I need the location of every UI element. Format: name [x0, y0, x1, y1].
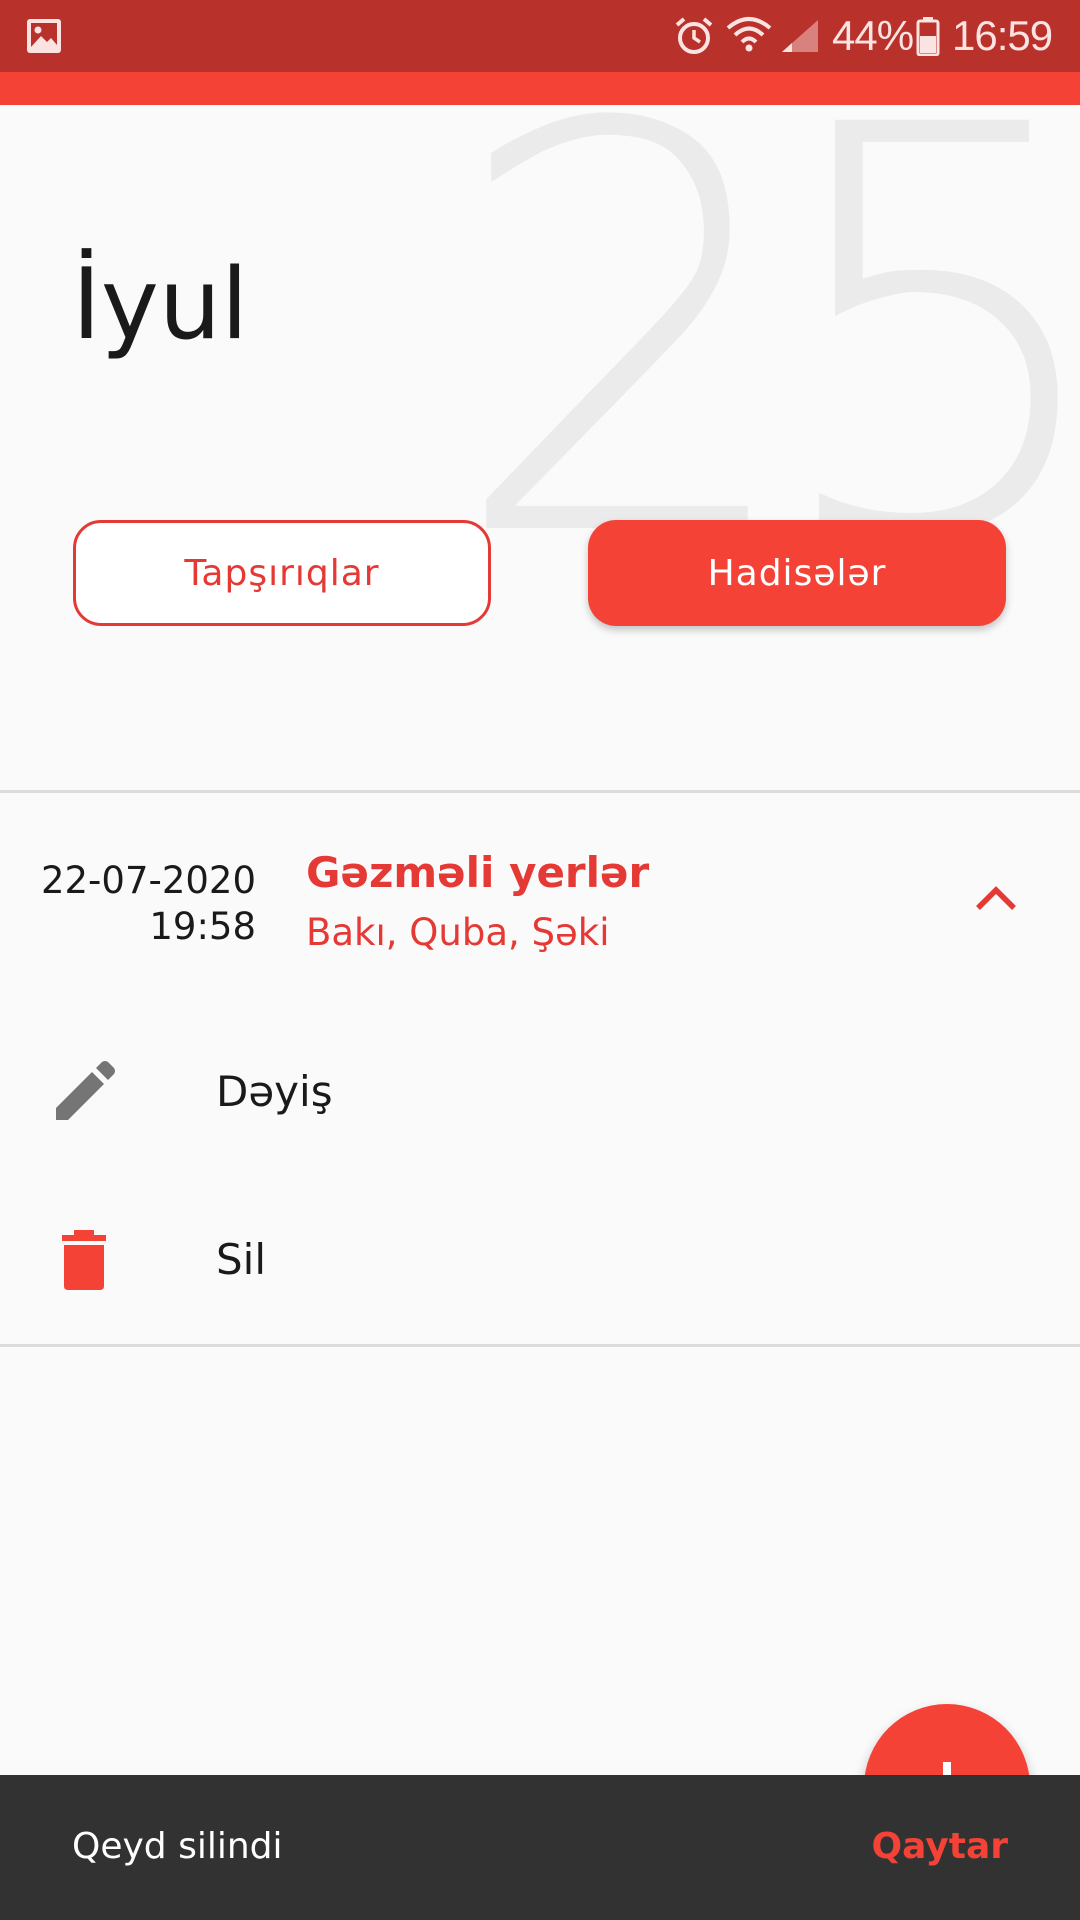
- tasks-tab-button[interactable]: Tapşırıqlar: [73, 520, 491, 626]
- month-title: İyul: [72, 248, 249, 362]
- chevron-up-icon[interactable]: [968, 870, 1024, 926]
- events-tab-button[interactable]: Hadisələr: [588, 520, 1006, 626]
- undo-button[interactable]: Qaytar: [871, 1823, 1008, 1871]
- trash-icon: [62, 1230, 106, 1290]
- delete-action-label: Sil: [216, 1235, 266, 1284]
- event-time: 19:58: [149, 905, 256, 948]
- app-screen: 44% 16:59 25 İyul Tapşırıqlar Hadisələr …: [0, 0, 1080, 1920]
- event-title: Gəzməli yerlər: [306, 848, 650, 897]
- event-date: 22-07-2020: [40, 859, 256, 902]
- edit-action-label: Dəyiş: [216, 1067, 333, 1116]
- list-top-divider: [0, 790, 1080, 793]
- pencil-icon: [56, 1061, 115, 1120]
- edit-action[interactable]: Dəyiş: [0, 1022, 1080, 1162]
- gallery-icon: [27, 19, 61, 53]
- snackbar-message: Qeyd silindi: [72, 1826, 283, 1867]
- delete-action[interactable]: Sil: [0, 1190, 1080, 1330]
- event-datetime: 22-07-2020 19:58: [30, 858, 256, 950]
- event-subtitle: Bakı, Quba, Şəki: [306, 911, 610, 954]
- list-bottom-divider: [0, 1344, 1080, 1347]
- snackbar: Qeyd silindi Qaytar: [0, 1775, 1080, 1920]
